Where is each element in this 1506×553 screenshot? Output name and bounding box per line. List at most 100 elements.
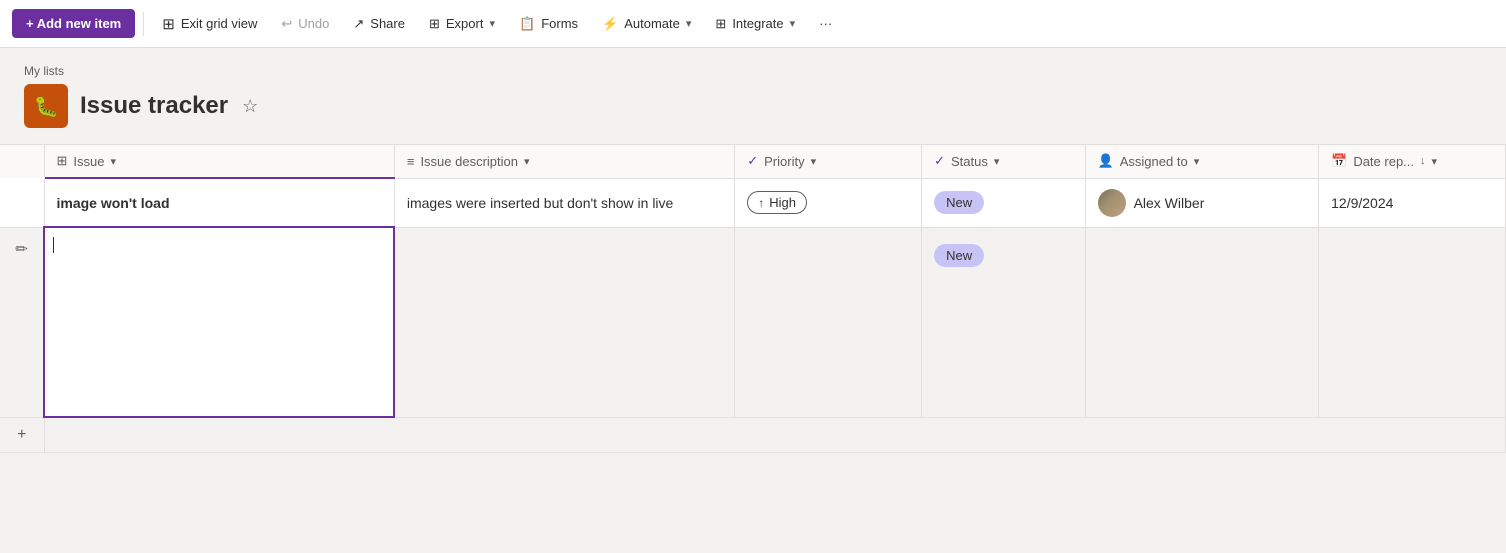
app-icon: 🐛: [24, 84, 68, 128]
issue-tracker-table: ⊞ Issue ▾ ≡ Issue description ▾: [0, 144, 1506, 453]
row-gutter-header: [0, 145, 44, 179]
bug-icon: 🐛: [34, 94, 59, 119]
editing-row: ✏ New: [0, 227, 1506, 417]
favorite-star-icon[interactable]: ☆: [240, 94, 260, 119]
editing-issue-cell[interactable]: [44, 227, 394, 417]
breadcrumb: My lists: [24, 64, 1482, 78]
priority-col-chevron-icon: ▾: [811, 155, 817, 168]
add-row: +: [0, 417, 1506, 452]
text-cursor: [53, 237, 54, 253]
issue-value: image won't load: [57, 195, 170, 211]
assigned-col-label: Assigned to: [1120, 154, 1188, 169]
automate-icon: ⚡: [602, 16, 618, 32]
add-new-item-button[interactable]: + Add new item: [12, 9, 135, 38]
column-header-status[interactable]: ✓ Status ▾: [922, 145, 1085, 179]
editing-priority-cell[interactable]: [735, 227, 922, 417]
exit-grid-label: Exit grid view: [181, 16, 258, 31]
status-col-chevron-icon: ▾: [994, 155, 1000, 168]
undo-button[interactable]: ↩ Undo: [271, 10, 339, 38]
automate-button[interactable]: ⚡ Automate ▾: [592, 10, 701, 38]
priority-badge[interactable]: ↑ High: [747, 191, 807, 214]
row-1-gutter: [0, 178, 44, 227]
forms-button[interactable]: 📋 Forms: [509, 10, 588, 38]
description-col-label: Issue description: [420, 154, 518, 169]
status-col-label: Status: [951, 154, 988, 169]
status-col-icon: ✓: [934, 153, 945, 169]
date-value: 12/9/2024: [1331, 195, 1393, 211]
add-gutter: +: [0, 417, 44, 452]
priority-label: High: [769, 195, 796, 210]
separator-1: [143, 12, 144, 36]
issue-col-label: Issue: [73, 154, 104, 169]
table-row: image won't load images were inserted bu…: [0, 178, 1506, 227]
issue-col-icon: ⊞: [57, 153, 68, 169]
column-header-date-rep[interactable]: 📅 Date rep... ↓ ▾: [1319, 145, 1506, 179]
issue-col-chevron-icon: ▾: [110, 155, 116, 168]
forms-icon: 📋: [519, 16, 535, 32]
more-icon: ···: [819, 16, 832, 31]
row-1-assigned[interactable]: Alex Wilber: [1085, 178, 1319, 227]
share-button[interactable]: ↗ Share: [343, 10, 415, 38]
avatar-image: [1098, 189, 1126, 217]
date-col-label: Date rep...: [1353, 154, 1414, 169]
priority-col-label: Priority: [764, 154, 804, 169]
column-header-priority[interactable]: ✓ Priority ▾: [735, 145, 922, 179]
column-header-row: ⊞ Issue ▾ ≡ Issue description ▾: [0, 145, 1506, 179]
export-label: Export: [446, 16, 484, 31]
edit-gutter: ✏: [0, 227, 44, 417]
editing-status-badge[interactable]: New: [934, 244, 984, 267]
undo-icon: ↩: [281, 16, 292, 32]
grid-view-icon: ⊞: [162, 15, 175, 33]
priority-up-arrow-icon: ↑: [758, 196, 764, 210]
pencil-icon: ✏: [15, 241, 28, 258]
editing-date-cell[interactable]: [1319, 227, 1506, 417]
priority-col-icon: ✓: [747, 153, 758, 169]
integrate-icon: ⊞: [715, 16, 726, 32]
page-title-row: 🐛 Issue tracker ☆: [24, 84, 1482, 128]
status-badge[interactable]: New: [934, 191, 984, 214]
integrate-button[interactable]: ⊞ Integrate ▾: [705, 10, 805, 38]
assigned-name: Alex Wilber: [1134, 195, 1205, 211]
add-item-button[interactable]: +: [17, 426, 26, 444]
date-col-chevron-icon: ▾: [1432, 155, 1438, 168]
export-button[interactable]: ⊞ Export ▾: [419, 10, 505, 38]
forms-label: Forms: [541, 16, 578, 31]
undo-label: Undo: [298, 16, 329, 31]
editing-status-cell[interactable]: New: [922, 227, 1085, 417]
date-col-icon: 📅: [1331, 153, 1347, 169]
column-header-assigned-to[interactable]: 👤 Assigned to ▾: [1085, 145, 1319, 179]
more-options-button[interactable]: ···: [809, 10, 842, 37]
share-icon: ↗: [353, 16, 364, 32]
editing-description-cell[interactable]: [394, 227, 734, 417]
automate-chevron-icon: ▾: [686, 17, 692, 30]
editing-assigned-cell[interactable]: [1085, 227, 1319, 417]
editing-status-label: New: [946, 248, 972, 263]
row-1-status[interactable]: New: [922, 178, 1085, 227]
assigned-cell: Alex Wilber: [1098, 189, 1307, 217]
toolbar: + Add new item ⊞ Exit grid view ↩ Undo ↗…: [0, 0, 1506, 48]
row-1-date[interactable]: 12/9/2024: [1319, 178, 1506, 227]
export-chevron-icon: ▾: [489, 17, 495, 30]
date-col-sort-icon: ↓: [1420, 155, 1426, 167]
exit-grid-view-button[interactable]: ⊞ Exit grid view: [152, 9, 267, 39]
automate-label: Automate: [624, 16, 680, 31]
assigned-col-icon: 👤: [1098, 153, 1114, 169]
page-title: Issue tracker: [80, 92, 228, 120]
row-1-priority[interactable]: ↑ High: [735, 178, 922, 227]
add-row-space: [44, 417, 1506, 452]
header-area: My lists 🐛 Issue tracker ☆: [0, 48, 1506, 128]
row-1-description[interactable]: images were inserted but don't show in l…: [394, 178, 734, 227]
description-col-icon: ≡: [407, 154, 415, 169]
row-1-issue[interactable]: image won't load: [44, 178, 394, 227]
export-icon: ⊞: [429, 16, 440, 32]
description-value: images were inserted but don't show in l…: [407, 195, 673, 211]
column-header-description[interactable]: ≡ Issue description ▾: [394, 145, 734, 179]
integrate-chevron-icon: ▾: [790, 17, 796, 30]
grid-container: ⊞ Issue ▾ ≡ Issue description ▾: [0, 128, 1506, 453]
share-label: Share: [370, 16, 405, 31]
integrate-label: Integrate: [732, 16, 783, 31]
column-header-issue[interactable]: ⊞ Issue ▾: [44, 145, 394, 179]
status-label: New: [946, 195, 972, 210]
description-col-chevron-icon: ▾: [524, 155, 530, 168]
avatar: [1098, 189, 1126, 217]
